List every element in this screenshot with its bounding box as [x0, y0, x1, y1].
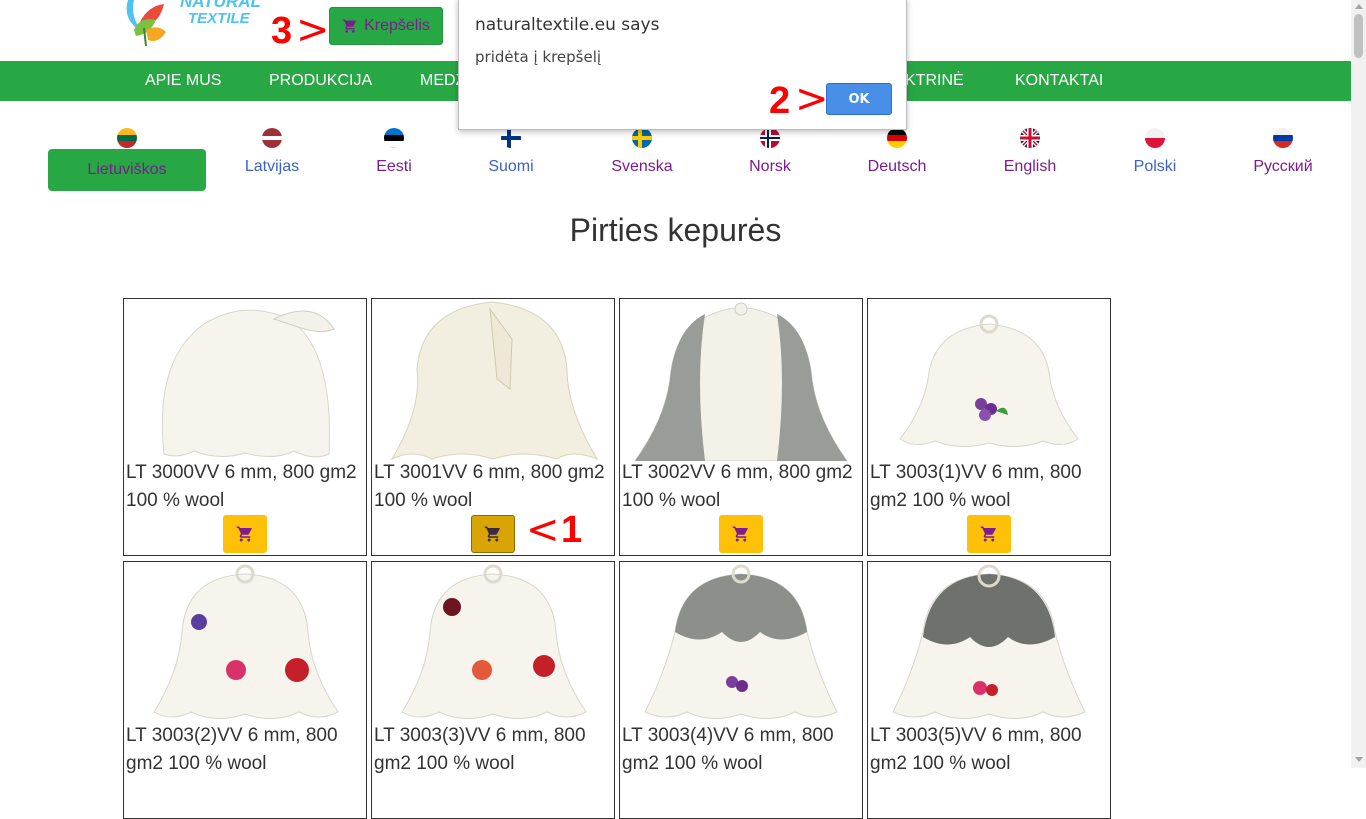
product-material: gm2 100 % wool	[374, 753, 515, 774]
page-scrollbar[interactable]	[1351, 0, 1366, 768]
cart-icon	[980, 526, 996, 542]
lang-latvian[interactable]: Latvijas	[232, 128, 312, 176]
latvia-flag-icon	[262, 128, 282, 148]
annotation-3: 3	[271, 10, 293, 52]
add-to-cart-button[interactable]	[719, 515, 763, 553]
nav-item-kontaktai[interactable]: KONTAKTAI	[1015, 61, 1103, 101]
dialog-message: pridėta į krepšelį	[475, 48, 602, 66]
lang-label: Suomi	[488, 158, 534, 175]
cart-icon	[484, 526, 500, 542]
sauna-hat-image	[634, 302, 848, 461]
product-name: LT 3001VV 6 mm, 800 gm2	[374, 462, 605, 483]
add-to-cart-button[interactable]	[223, 515, 267, 553]
product-material: 100 % wool	[126, 490, 225, 511]
product-card: LT 3003(3)VV 6 mm, 800 gm2 100 % wool	[371, 561, 615, 819]
sauna-hat-image	[390, 301, 599, 461]
scrollbar-thumb[interactable]	[1354, 14, 1363, 58]
finland-flag-icon	[501, 128, 521, 148]
annotation-1: 1	[561, 509, 583, 551]
annotation-2-arrow: >	[795, 76, 829, 122]
product-card: LT 3003(2)VV 6 mm, 800 gm2 100 % wool	[123, 561, 367, 819]
norway-flag-icon	[760, 128, 780, 148]
lang-lithuanian-flag[interactable]	[107, 128, 147, 148]
poland-flag-icon	[1145, 128, 1165, 148]
product-card: LT 3003(4)VV 6 mm, 800 gm2 100 % wool	[619, 561, 863, 819]
annotation-1-arrow: <	[526, 507, 560, 553]
cart-label: Krepšelis	[364, 17, 430, 34]
germany-flag-icon	[887, 128, 907, 148]
nav-item-apie-mus[interactable]: APIE MUS	[145, 61, 221, 101]
page-title: Pirties kepurės	[569, 212, 782, 248]
annotation-2: 2	[769, 80, 791, 122]
add-to-cart-button[interactable]	[471, 515, 515, 553]
product-name: LT 3003(3)VV 6 mm, 800	[374, 725, 586, 746]
sauna-hat-image	[153, 564, 339, 719]
alert-dialog: naturaltextile.eu says pridėta į krepšel…	[458, 0, 907, 130]
lang-estonian[interactable]: Eesti	[354, 128, 434, 176]
sauna-hat-image	[892, 564, 1086, 719]
lang-german[interactable]: Deutsch	[857, 128, 937, 176]
lang-swedish[interactable]: Svenska	[602, 128, 682, 176]
lang-label: English	[1003, 158, 1057, 175]
cart-icon	[236, 526, 252, 542]
dialog-ok-button[interactable]: OK	[826, 83, 892, 115]
sauna-hat-image	[899, 314, 1079, 447]
product-name: LT 3000VV 6 mm, 800 gm2	[126, 462, 357, 483]
sweden-flag-icon	[632, 128, 652, 148]
lang-finnish[interactable]: Suomi	[471, 128, 551, 176]
cart-icon	[732, 526, 748, 542]
site-logo[interactable]: NATURAL TEXTILE	[120, 0, 270, 48]
dialog-title: naturaltextile.eu says	[475, 15, 660, 35]
logo-leaves-icon	[126, 0, 166, 47]
lang-label: Polski	[1133, 158, 1177, 175]
logo-line2: TEXTILE	[188, 10, 250, 27]
product-material: gm2 100 % wool	[870, 753, 1011, 774]
cart-icon	[342, 19, 357, 33]
product-name: LT 3003(5)VV 6 mm, 800	[870, 725, 1082, 746]
lang-norwegian[interactable]: Norsk	[730, 128, 810, 176]
product-card: LT 3002VV 6 mm, 800 gm2 100 % wool	[619, 298, 863, 556]
annotation-3-arrow: >	[296, 7, 330, 53]
uk-flag-icon	[1020, 128, 1040, 148]
logo-text: NATURAL TEXTILE	[180, 0, 261, 27]
scroll-down-arrow-icon[interactable]	[1355, 757, 1363, 762]
lang-label: Eesti	[376, 158, 412, 175]
product-card: LT 3003(5)VV 6 mm, 800 gm2 100 % wool	[867, 561, 1111, 819]
lang-label: Русский	[1253, 158, 1313, 175]
sauna-hat-image	[161, 309, 335, 458]
product-name: LT 3003(4)VV 6 mm, 800	[622, 725, 834, 746]
add-to-cart-button[interactable]	[967, 515, 1011, 553]
lang-label: Deutsch	[867, 158, 927, 175]
lang-english[interactable]: English	[990, 128, 1070, 176]
nav-item-produkcija[interactable]: PRODUKCIJA	[269, 61, 372, 101]
product-card: LT 3003(1)VV 6 mm, 800 gm2 100 % wool	[867, 298, 1111, 556]
nav-item-elektrine[interactable]: KTRINĖ	[905, 61, 964, 101]
lang-polish[interactable]: Polski	[1115, 128, 1195, 176]
russia-flag-icon	[1273, 128, 1293, 148]
lang-russian[interactable]: Русский	[1243, 128, 1323, 176]
product-name: LT 3002VV 6 mm, 800 gm2	[622, 462, 853, 483]
product-card: LT 3000VV 6 mm, 800 gm2 100 % wool	[123, 298, 367, 556]
sauna-hat-image	[401, 564, 587, 719]
sauna-hat-image	[644, 564, 838, 719]
lang-lithuanian[interactable]: Lietuviškos	[48, 149, 206, 191]
lithuania-flag-icon	[117, 128, 137, 148]
product-material: 100 % wool	[622, 490, 721, 511]
product-material: gm2 100 % wool	[126, 753, 267, 774]
lang-label: Latvijas	[244, 158, 300, 175]
product-name: LT 3003(1)VV 6 mm, 800	[870, 462, 1082, 483]
product-material: gm2 100 % wool	[622, 753, 763, 774]
lang-label: Norsk	[749, 158, 791, 175]
product-material: gm2 100 % wool	[870, 490, 1011, 511]
cart-button[interactable]: Krepšelis	[329, 7, 443, 45]
estonia-flag-icon	[384, 128, 404, 148]
product-name: LT 3003(2)VV 6 mm, 800	[126, 725, 338, 746]
lang-label: Svenska	[611, 158, 673, 175]
scroll-up-arrow-icon[interactable]	[1355, 4, 1363, 9]
